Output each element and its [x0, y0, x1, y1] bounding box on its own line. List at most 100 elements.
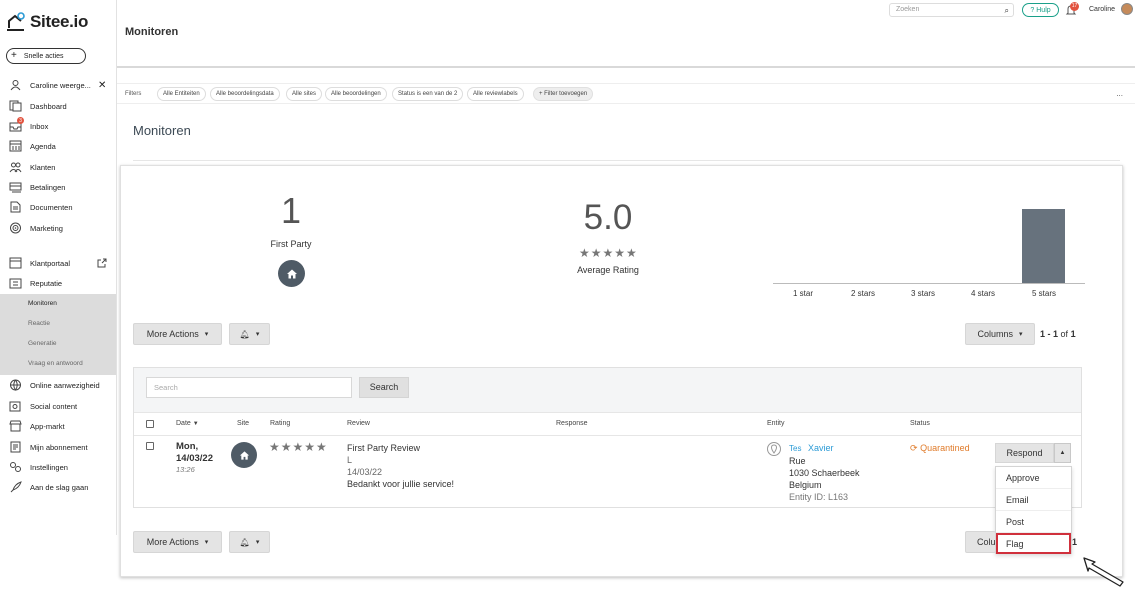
- chevron-up-icon[interactable]: ▲: [1054, 443, 1071, 463]
- sidebar-item-klanten[interactable]: Klanten: [0, 157, 116, 177]
- sidebar-item-abonnement[interactable]: Mijn abonnement: [0, 437, 116, 457]
- sidebar-item-dashboard[interactable]: Dashboard: [0, 96, 116, 116]
- menu-item-post[interactable]: Post: [996, 511, 1071, 533]
- user-icon: [10, 80, 21, 91]
- more-actions-button[interactable]: More Actions ▾: [133, 323, 222, 345]
- row-entity: Tes Xavier Rue 1030 Schaerbeek Belgium E…: [789, 442, 860, 503]
- user-name[interactable]: Caroline: [1089, 6, 1115, 13]
- sidebar-item-reputatie[interactable]: Reputatie: [0, 273, 116, 293]
- filter-chip-review-dates[interactable]: Alle beoordelingsdata: [210, 87, 280, 101]
- filter-chip-status[interactable]: Status is een van de 2: [392, 87, 464, 101]
- column-entity[interactable]: Entity: [767, 420, 785, 427]
- pager-bottom: 1: [1072, 537, 1078, 547]
- chart-label-3-stars: 3 stars: [911, 289, 936, 298]
- help-button[interactable]: ? Hulp: [1022, 3, 1059, 17]
- sidebar-item-label: Caroline weerge...: [30, 80, 91, 90]
- menu-item-email[interactable]: Email: [996, 489, 1071, 511]
- plus-icon: +: [11, 50, 17, 61]
- column-date-label: Date: [176, 420, 191, 427]
- bell-icon: 🔔︎: [239, 537, 250, 547]
- logo-text: Sitee.io: [30, 12, 89, 31]
- respond-dropdown-menu: Approve Email Post Flag: [995, 466, 1072, 554]
- submenu-reactie[interactable]: Reactie: [28, 320, 50, 327]
- social-icon: [9, 401, 21, 412]
- table-search-input[interactable]: Search: [146, 377, 352, 398]
- store-icon: [9, 420, 22, 432]
- sidebar-item-label: Social content: [30, 401, 78, 411]
- menu-item-approve[interactable]: Approve: [996, 467, 1071, 489]
- review-date: 14/03/22: [347, 467, 383, 477]
- marketing-icon: [10, 222, 21, 234]
- filter-chip-entities[interactable]: Alle Entiteiten: [157, 87, 206, 101]
- respond-button[interactable]: Respond: [995, 443, 1054, 463]
- table-header: Date ▼ Site Rating Review Response Entit…: [134, 412, 1081, 436]
- more-actions-label: More Actions: [146, 537, 199, 547]
- more-actions-button-bottom[interactable]: More Actions ▾: [133, 531, 222, 553]
- external-link-icon[interactable]: [97, 258, 107, 268]
- global-search-input[interactable]: Zoeken ⌕: [889, 3, 1014, 17]
- sidebar-item-social[interactable]: Social content: [0, 396, 116, 416]
- columns-button-bottom[interactable]: Colu: [965, 531, 996, 553]
- close-icon[interactable]: ✕: [98, 80, 106, 91]
- entity-id: Entity ID: L163: [789, 492, 849, 502]
- notification-actions-button-bottom[interactable]: 🔔︎ ▾: [229, 531, 270, 553]
- select-all-checkbox[interactable]: [146, 420, 154, 428]
- filter-chip-ratings[interactable]: Alle beoordelingen: [325, 87, 387, 101]
- sidebar-item-marketing[interactable]: Marketing: [0, 218, 116, 238]
- home-icon: [286, 269, 297, 278]
- sidebar-item-klantportaal[interactable]: Klantportaal: [0, 253, 116, 273]
- column-rating[interactable]: Rating: [270, 420, 290, 427]
- dashboard-icon: [9, 100, 22, 112]
- column-site[interactable]: Site: [237, 420, 249, 427]
- more-options-icon[interactable]: ...: [1116, 89, 1123, 98]
- sidebar-item-inbox[interactable]: 3 Inbox: [0, 116, 116, 136]
- first-party-label: First Party: [270, 239, 312, 249]
- sidebar-item-app-markt[interactable]: App-markt: [0, 416, 116, 436]
- first-party-site-icon: [278, 260, 305, 287]
- avatar[interactable]: [1121, 3, 1133, 15]
- rocket-icon: [10, 481, 22, 493]
- documents-icon: [10, 201, 21, 213]
- row-site-icon[interactable]: [231, 442, 257, 468]
- sidebar-item-aan-de-slag[interactable]: Aan de slag gaan: [0, 477, 116, 497]
- sidebar-item-betalingen[interactable]: Betalingen: [0, 177, 116, 197]
- sidebar-item-online[interactable]: Online aanwezigheid: [0, 375, 116, 395]
- mouse-pointer-icon: [1083, 557, 1124, 587]
- chart-axis: [773, 283, 1085, 284]
- row-review[interactable]: First Party Review L 14/03/22 Bedankt vo…: [347, 442, 454, 490]
- notification-badge: 17: [1070, 2, 1079, 11]
- filter-chip-review-labels[interactable]: Alle reviewlabels: [467, 87, 524, 101]
- column-response[interactable]: Response: [556, 420, 588, 427]
- submenu-vraag-en-antwoord[interactable]: Vraag en antwoord: [28, 360, 83, 367]
- table-search-button[interactable]: Search: [359, 377, 409, 398]
- filter-chip-sites[interactable]: Alle sites: [286, 87, 323, 101]
- search-icon[interactable]: ⌕: [1005, 5, 1009, 17]
- sidebar-item-instellingen[interactable]: Instellingen: [0, 457, 116, 477]
- logo[interactable]: Sitee.io: [6, 12, 88, 32]
- quick-actions-label: Snelle acties: [23, 52, 64, 60]
- filters-label[interactable]: Filters: [125, 91, 141, 97]
- sidebar-item-documenten[interactable]: Documenten: [0, 197, 116, 217]
- sidebar-item-user[interactable]: Caroline weerge... ✕: [0, 75, 116, 95]
- column-date[interactable]: Date ▼: [176, 420, 199, 427]
- menu-item-flag[interactable]: Flag: [996, 533, 1071, 554]
- columns-button[interactable]: Columns ▾: [965, 323, 1035, 345]
- add-filter-button[interactable]: + Filter toevoegen: [533, 87, 594, 101]
- submenu-monitoren[interactable]: Monitoren: [28, 300, 57, 307]
- column-review[interactable]: Review: [347, 420, 370, 427]
- sidebar-item-label: Aan de slag gaan: [30, 482, 89, 492]
- submenu-generatie[interactable]: Generatie: [28, 340, 57, 347]
- sidebar-item-label: Dashboard: [30, 101, 67, 111]
- column-status[interactable]: Status: [910, 420, 930, 427]
- row-time: 13:26: [176, 465, 195, 474]
- sidebar-item-label: Inbox: [30, 121, 49, 131]
- row-checkbox[interactable]: [146, 442, 154, 450]
- sidebar-item-agenda[interactable]: Agenda: [0, 136, 116, 156]
- chart-bar-5: [1022, 209, 1065, 283]
- row-date: Mon, 14/03/22: [176, 441, 213, 465]
- quick-actions-button[interactable]: + Snelle acties: [6, 48, 86, 64]
- entity-name-link[interactable]: Xavier: [808, 443, 834, 453]
- first-party-count: 1: [280, 190, 302, 231]
- notification-actions-button[interactable]: 🔔︎ ▾: [229, 323, 270, 345]
- entity-prefix-link[interactable]: Tes: [789, 444, 801, 453]
